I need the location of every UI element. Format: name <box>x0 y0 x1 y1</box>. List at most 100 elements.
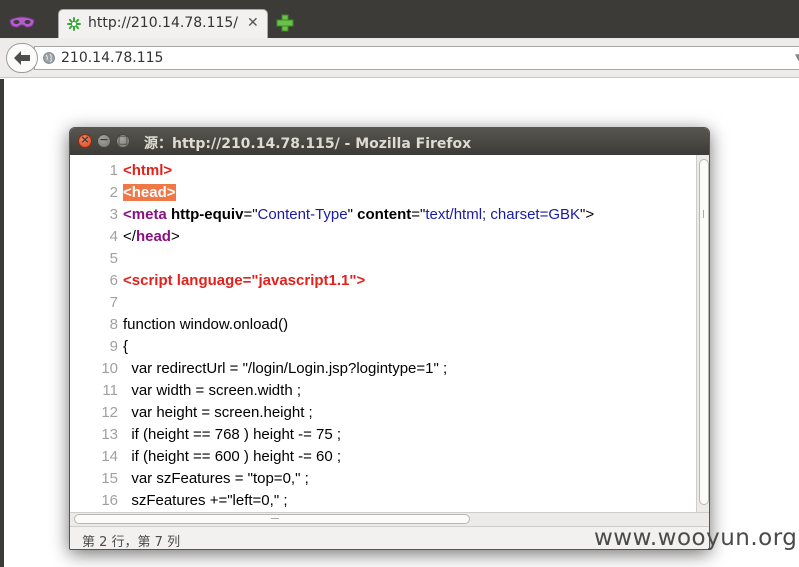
source-line: 8 function window.onload() <box>70 314 696 336</box>
source-line: 1 <html> <box>70 160 696 182</box>
vertical-scroll-thumb[interactable] <box>699 159 709 505</box>
source-line: 14 if (height == 600 ) height -= 60 ; <box>70 446 696 468</box>
line-number: 14 <box>101 448 118 465</box>
line-code: if (height == 768 ) height -= 75 ; <box>123 424 341 446</box>
view-source-titlebar[interactable]: × − □ 源：http://210.14.78.115/ - Mozilla … <box>70 128 709 155</box>
line-number: 12 <box>101 404 118 421</box>
line-number: 4 <box>109 228 118 245</box>
url-bar[interactable]: 210.14.78.115 ▼ <box>34 46 799 70</box>
back-button[interactable] <box>6 43 38 73</box>
line-number: 13 <box>101 426 118 443</box>
line-code: </head> <box>123 226 180 248</box>
code-token: if (height == 600 ) height -= 60 ; <box>123 448 342 465</box>
source-line: 6 <script language="javascript1.1"> <box>70 270 696 292</box>
line-code: szFeatures +="left=0," ; <box>123 490 287 512</box>
code-token: <script language="javascript1.1"> <box>123 272 366 289</box>
line-number: 11 <box>102 382 118 399</box>
tab-main[interactable]: http://210.14.78.115/ ✕ <box>58 9 268 38</box>
tab-close-icon[interactable]: ✕ <box>247 15 259 31</box>
code-token: </ <box>123 228 136 245</box>
tab-title: http://210.14.78.115/ <box>88 15 239 31</box>
cursor-position-status: 第 2 行，第 7 列 <box>82 535 181 550</box>
code-token: { <box>123 338 129 355</box>
line-code: <html> <box>123 160 172 182</box>
source-line: 4 </head> <box>70 226 696 248</box>
code-token: <html> <box>123 162 173 179</box>
code-token: function window.onload() <box>123 316 289 333</box>
source-code-area[interactable]: 1 <html> 2 <head> 3 <meta http-equiv="Content… <box>70 155 696 512</box>
line-code: var redirectUrl = "/login/Login.jsp?logi… <box>123 358 447 380</box>
source-line: 5 <box>70 248 696 270</box>
line-code: var width = screen.width ; <box>123 380 301 402</box>
code-token: <meta <box>123 206 171 223</box>
source-line: 10 var redirectUrl = "/login/Login.jsp?l… <box>70 358 696 380</box>
minimize-icon: − <box>99 133 109 146</box>
url-dropdown-icon[interactable]: ▼ <box>795 53 799 63</box>
line-number: 7 <box>109 294 118 311</box>
code-token: http-equiv <box>170 206 244 223</box>
favicon-icon <box>67 17 81 31</box>
line-number: 10 <box>101 360 118 377</box>
code-token: var height = screen.height ; <box>123 404 313 421</box>
horizontal-scroll-thumb[interactable] <box>74 514 470 524</box>
line-number: 3 <box>109 206 118 223</box>
horizontal-scrollbar[interactable] <box>70 512 709 526</box>
tab-strip: http://210.14.78.115/ ✕ <box>0 6 799 38</box>
line-number: 8 <box>109 316 118 333</box>
globe-icon <box>43 52 55 64</box>
vertical-scrollbar[interactable] <box>696 155 709 512</box>
code-token: "> <box>580 206 595 223</box>
maximize-icon: □ <box>117 133 129 146</box>
source-line: 9{ <box>70 336 696 358</box>
view-source-window: × − □ 源：http://210.14.78.115/ - Mozilla … <box>69 127 710 550</box>
code-token: var szFeatures = "top=0," ; <box>123 470 309 487</box>
code-token: var redirectUrl = "/login/Login.jsp?logi… <box>123 360 448 377</box>
source-line: 13 if (height == 768 ) height -= 75 ; <box>70 424 696 446</box>
line-number: 6 <box>109 272 118 289</box>
code-token: <head> <box>123 184 176 201</box>
line-code: <script language="javascript1.1"> <box>123 270 365 292</box>
close-icon: × <box>80 133 90 146</box>
line-code: { <box>123 336 128 358</box>
line-number: 16 <box>101 492 118 509</box>
navigation-bar: 210.14.78.115 ▼ <box>0 38 799 78</box>
view-source-title: 源：http://210.14.78.115/ - Mozilla Firefo… <box>144 136 472 152</box>
source-line: 15 var szFeatures = "top=0," ; <box>70 468 696 490</box>
source-line: 3 <meta http-equiv="Content-Type" content… <box>70 204 696 226</box>
code-token: var width = screen.width ; <box>123 382 301 399</box>
source-line: 11 var width = screen.width ; <box>70 380 696 402</box>
code-token: Content-Type <box>257 206 348 223</box>
back-arrow-icon <box>14 51 30 65</box>
private-browsing-mask-icon <box>9 16 35 28</box>
code-token: > <box>170 228 180 245</box>
source-line: 12 var height = screen.height ; <box>70 402 696 424</box>
code-token: =" <box>411 206 426 223</box>
code-token: text/html; charset=GBK <box>425 206 581 223</box>
source-line: 7 <box>70 292 696 314</box>
code-token: szFeatures +="left=0," ; <box>123 492 288 509</box>
line-number: 5 <box>109 250 118 267</box>
line-code: <meta http-equiv="Content-Type" content=… <box>123 204 594 226</box>
new-tab-icon[interactable] <box>276 14 294 32</box>
line-number: 9 <box>109 338 118 355</box>
line-code: if (height == 600 ) height -= 60 ; <box>123 446 341 468</box>
source-line: 2 <head> <box>70 182 696 204</box>
window-close-button[interactable]: × <box>78 133 92 148</box>
url-text[interactable]: 210.14.78.115 <box>61 50 163 66</box>
line-code: var szFeatures = "top=0," ; <box>123 468 309 490</box>
window-minimize-button[interactable]: − <box>97 133 111 148</box>
line-code: function window.onload() <box>123 314 288 336</box>
code-token: head <box>135 228 171 245</box>
source-line: 16 szFeatures +="left=0," ; <box>70 490 696 512</box>
code-token: content <box>357 206 412 223</box>
window-left-edge <box>0 79 4 567</box>
line-code: var height = screen.height ; <box>123 402 313 424</box>
watermark: www.wooyun.org <box>594 525 798 551</box>
window-maximize-button[interactable]: □ <box>116 133 130 148</box>
line-number: 1 <box>109 162 118 179</box>
line-code: <head> <box>123 182 176 204</box>
line-number: 2 <box>109 184 118 201</box>
code-token: =" <box>243 206 258 223</box>
code-token: if (height == 768 ) height -= 75 ; <box>123 426 342 443</box>
code-token: " <box>347 206 358 223</box>
